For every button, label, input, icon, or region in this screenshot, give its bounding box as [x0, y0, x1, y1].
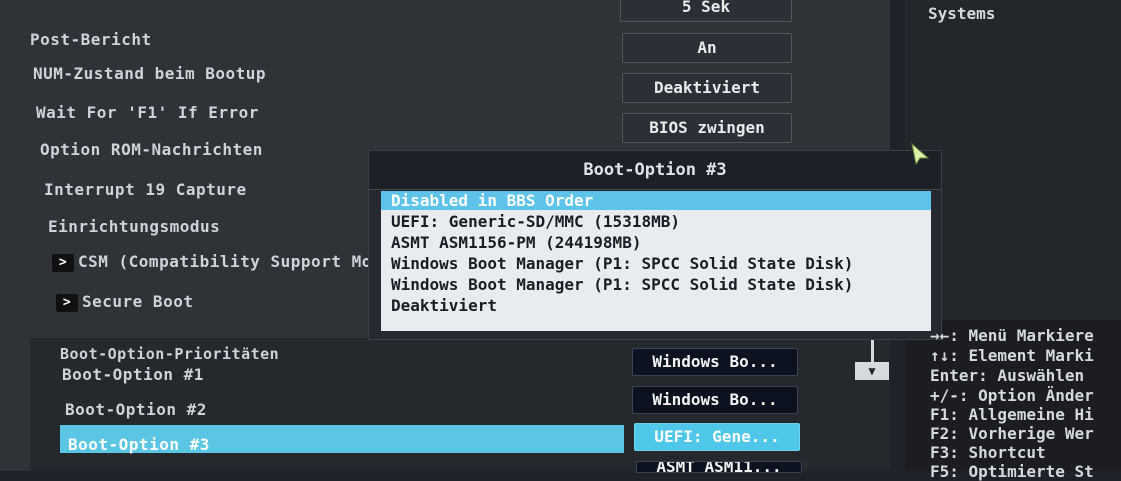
num-lock-value-button[interactable]: Deaktiviert: [622, 73, 792, 103]
help-line-4: +/-: Option Änder: [930, 386, 1094, 405]
popup-option-asmt[interactable]: ASMT ASM1156-PM (244198MB): [391, 233, 641, 252]
scroll-down-arrow-icon[interactable]: ▼: [855, 362, 889, 380]
popup-option-deaktiviert[interactable]: Deaktiviert: [391, 296, 497, 315]
boot-delay-value-button[interactable]: 5 Sek: [620, 0, 792, 22]
popup-option-windows-boot-1[interactable]: Windows Boot Manager (P1: SPCC Solid Sta…: [391, 254, 853, 273]
boot-option-3-button[interactable]: UEFI: Gene...: [634, 423, 800, 451]
help-line-6: F2: Vorherige Wer: [930, 424, 1094, 443]
boot-option-2-label[interactable]: Boot-Option #2: [65, 400, 207, 419]
help-line-7: F3: Shortcut: [930, 443, 1046, 462]
popup-title: Boot-Option #3: [369, 151, 941, 190]
post-report-value-button[interactable]: An: [622, 33, 792, 63]
boot-option-2-button[interactable]: Windows Bo...: [632, 386, 798, 414]
chevron-right-icon: >: [56, 293, 78, 312]
setting-label-setup-mode[interactable]: Einrichtungsmodus: [48, 217, 220, 236]
help-line-1: →←: Menü Markiere: [930, 326, 1094, 345]
submenu-csm[interactable]: > CSM (Compatibility Support Mo: [52, 252, 372, 272]
help-line-5: F1: Allgemeine Hi: [930, 405, 1094, 424]
boot-priorities-title: Boot-Option-Prioritäten: [60, 345, 280, 363]
boot-option-3-label[interactable]: Boot-Option #3: [68, 435, 210, 454]
mouse-cursor-icon: [911, 142, 930, 166]
help-line-8: F5: Optimierte St: [930, 462, 1094, 481]
chevron-right-icon: >: [52, 253, 74, 272]
boot-option-1-button[interactable]: Windows Bo...: [632, 348, 798, 376]
setting-label-num-lock[interactable]: NUM-Zustand beim Bootup: [33, 64, 266, 83]
popup-option-disabled-bbs[interactable]: Disabled in BBS Order: [381, 191, 931, 210]
wait-f1-value-button[interactable]: BIOS zwingen: [622, 113, 792, 143]
boot-option-4-button[interactable]: ASMT ASM11...: [636, 461, 802, 473]
submenu-csm-label: CSM (Compatibility Support Mo: [78, 252, 372, 271]
popup-option-windows-boot-2[interactable]: Windows Boot Manager (P1: SPCC Solid Sta…: [391, 275, 853, 294]
setting-label-wait-f1[interactable]: Wait For 'F1' If Error: [36, 103, 259, 122]
right-header: Systems: [928, 4, 996, 23]
popup-option-list[interactable]: Disabled in BBS Order UEFI: Generic-SD/M…: [381, 191, 931, 331]
help-line-2: ↑↓: Element Marki: [930, 346, 1094, 365]
boot-option-popup[interactable]: Boot-Option #3 Disabled in BBS Order UEF…: [368, 150, 942, 340]
submenu-secure-boot-label: Secure Boot: [82, 292, 194, 311]
setting-label-option-rom[interactable]: Option ROM-Nachrichten: [40, 140, 263, 159]
submenu-secure-boot[interactable]: > Secure Boot: [56, 292, 193, 312]
boot-option-1-label[interactable]: Boot-Option #1: [62, 365, 204, 384]
help-line-3: Enter: Auswählen: [930, 366, 1085, 385]
popup-option-uefi-sd[interactable]: UEFI: Generic-SD/MMC (15318MB): [391, 212, 680, 231]
setting-label-interrupt19[interactable]: Interrupt 19 Capture: [44, 180, 247, 199]
setting-label-post-report[interactable]: Post-Bericht: [30, 30, 152, 49]
